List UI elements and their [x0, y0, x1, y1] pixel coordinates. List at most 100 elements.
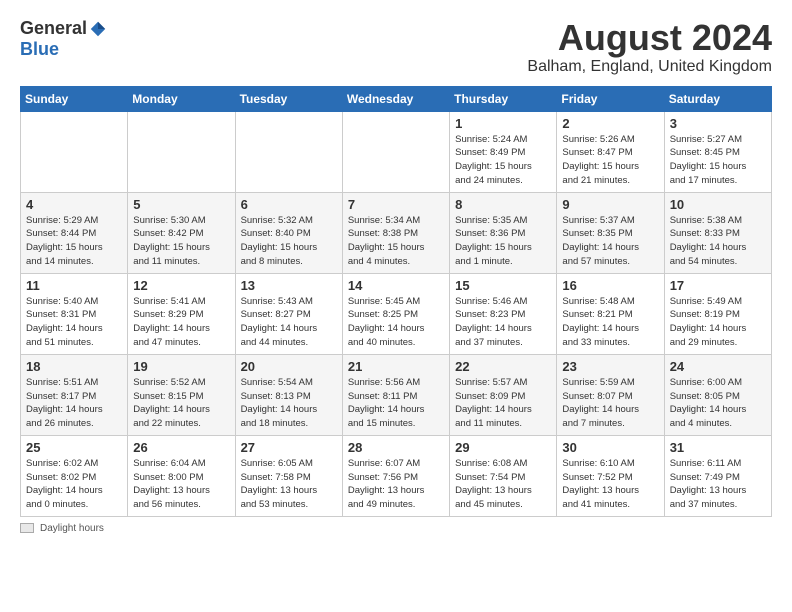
calendar-cell: 27 Sunrise: 6:05 AM Sunset: 7:58 PM Dayli… — [235, 435, 342, 516]
day-number: 15 — [455, 278, 551, 293]
calendar-cell: 12Sunrise: 5:41 AM Sunset: 8:29 PM Dayli… — [128, 273, 235, 354]
week-row: 18Sunrise: 5:51 AM Sunset: 8:17 PM Dayli… — [21, 354, 772, 435]
day-number: 2 — [562, 116, 658, 131]
day-number: 1 — [455, 116, 551, 131]
day-info: Sunrise: 5:56 AM Sunset: 8:11 PM Dayligh… — [348, 376, 444, 431]
calendar-cell: 26 Sunrise: 6:04 AM Sunset: 8:00 PM Dayli… — [128, 435, 235, 516]
day-info: Sunrise: 6:00 AM Sunset: 8:05 PM Dayligh… — [670, 376, 766, 431]
day-number: 22 — [455, 359, 551, 374]
day-info: Sunrise: 5:40 AM Sunset: 8:31 PM Dayligh… — [26, 295, 122, 350]
day-info: Sunrise: 6:04 AM Sunset: 8:00 PM Dayligh… — [133, 457, 229, 512]
day-info: Sunrise: 5:45 AM Sunset: 8:25 PM Dayligh… — [348, 295, 444, 350]
day-of-week-header: Tuesday — [235, 86, 342, 111]
day-info: Sunrise: 5:34 AM Sunset: 8:38 PM Dayligh… — [348, 214, 444, 269]
day-info: Sunrise: 5:49 AM Sunset: 8:19 PM Dayligh… — [670, 295, 766, 350]
day-number: 11 — [26, 278, 122, 293]
day-number: 20 — [241, 359, 337, 374]
week-row: 25 Sunrise: 6:02 AM Sunset: 8:02 PM Dayli… — [21, 435, 772, 516]
day-number: 26 — [133, 440, 229, 455]
day-number: 29 — [455, 440, 551, 455]
day-number: 6 — [241, 197, 337, 212]
day-number: 30 — [562, 440, 658, 455]
day-info: Sunrise: 5:30 AM Sunset: 8:42 PM Dayligh… — [133, 214, 229, 269]
day-number: 5 — [133, 197, 229, 212]
calendar-cell: 31Sunrise: 6:11 AM Sunset: 7:49 PM Dayli… — [664, 435, 771, 516]
footer: Daylight hours — [20, 523, 772, 534]
day-info: Sunrise: 5:27 AM Sunset: 8:45 PM Dayligh… — [670, 133, 766, 188]
day-of-week-header: Monday — [128, 86, 235, 111]
day-info: Sunrise: 5:29 AM Sunset: 8:44 PM Dayligh… — [26, 214, 122, 269]
logo-icon — [89, 20, 107, 38]
day-of-week-header: Wednesday — [342, 86, 449, 111]
calendar-cell: 6 Sunrise: 5:32 AM Sunset: 8:40 PM Daylig… — [235, 192, 342, 273]
calendar-cell — [235, 111, 342, 192]
day-info: Sunrise: 5:35 AM Sunset: 8:36 PM Dayligh… — [455, 214, 551, 269]
calendar-cell: 16Sunrise: 5:48 AM Sunset: 8:21 PM Dayli… — [557, 273, 664, 354]
calendar-cell: 2Sunrise: 5:26 AM Sunset: 8:47 PM Daylig… — [557, 111, 664, 192]
day-number: 10 — [670, 197, 766, 212]
day-info: Sunrise: 6:10 AM Sunset: 7:52 PM Dayligh… — [562, 457, 658, 512]
calendar-cell: 23Sunrise: 5:59 AM Sunset: 8:07 PM Dayli… — [557, 354, 664, 435]
calendar-cell — [21, 111, 128, 192]
logo-general-text: General — [20, 18, 87, 39]
week-row: 4Sunrise: 5:29 AM Sunset: 8:44 PM Daylig… — [21, 192, 772, 273]
calendar-cell: 7 Sunrise: 5:34 AM Sunset: 8:38 PM Daylig… — [342, 192, 449, 273]
calendar-cell: 14Sunrise: 5:45 AM Sunset: 8:25 PM Dayli… — [342, 273, 449, 354]
day-number: 25 — [26, 440, 122, 455]
header: General Blue August 2024 Balham, England… — [20, 18, 772, 76]
calendar-cell: 11 Sunrise: 5:40 AM Sunset: 8:31 PM Dayli… — [21, 273, 128, 354]
calendar-cell: 17 Sunrise: 5:49 AM Sunset: 8:19 PM Dayli… — [664, 273, 771, 354]
day-number: 7 — [348, 197, 444, 212]
week-row: 11 Sunrise: 5:40 AM Sunset: 8:31 PM Dayli… — [21, 273, 772, 354]
calendar-cell: 3Sunrise: 5:27 AM Sunset: 8:45 PM Daylig… — [664, 111, 771, 192]
calendar-cell: 25 Sunrise: 6:02 AM Sunset: 8:02 PM Dayli… — [21, 435, 128, 516]
day-number: 27 — [241, 440, 337, 455]
day-number: 18 — [26, 359, 122, 374]
week-row: 1 Sunrise: 5:24 AM Sunset: 8:49 PM Daylig… — [21, 111, 772, 192]
location-text: Balham, England, United Kingdom — [527, 58, 772, 76]
day-of-week-header: Thursday — [450, 86, 557, 111]
day-info: Sunrise: 5:24 AM Sunset: 8:49 PM Dayligh… — [455, 133, 551, 188]
calendar-cell: 4Sunrise: 5:29 AM Sunset: 8:44 PM Daylig… — [21, 192, 128, 273]
calendar-cell: 9Sunrise: 5:37 AM Sunset: 8:35 PM Daylig… — [557, 192, 664, 273]
day-number: 8 — [455, 197, 551, 212]
day-info: Sunrise: 6:02 AM Sunset: 8:02 PM Dayligh… — [26, 457, 122, 512]
day-info: Sunrise: 6:05 AM Sunset: 7:58 PM Dayligh… — [241, 457, 337, 512]
calendar-cell: 8 Sunrise: 5:35 AM Sunset: 8:36 PM Daylig… — [450, 192, 557, 273]
day-info: Sunrise: 5:32 AM Sunset: 8:40 PM Dayligh… — [241, 214, 337, 269]
day-info: Sunrise: 5:43 AM Sunset: 8:27 PM Dayligh… — [241, 295, 337, 350]
day-number: 13 — [241, 278, 337, 293]
calendar-cell: 30 Sunrise: 6:10 AM Sunset: 7:52 PM Dayli… — [557, 435, 664, 516]
day-info: Sunrise: 5:38 AM Sunset: 8:33 PM Dayligh… — [670, 214, 766, 269]
calendar-cell: 24Sunrise: 6:00 AM Sunset: 8:05 PM Dayli… — [664, 354, 771, 435]
calendar-table: SundayMondayTuesdayWednesdayThursdayFrid… — [20, 86, 772, 517]
day-number: 21 — [348, 359, 444, 374]
calendar-cell: 1 Sunrise: 5:24 AM Sunset: 8:49 PM Daylig… — [450, 111, 557, 192]
day-info: Sunrise: 5:57 AM Sunset: 8:09 PM Dayligh… — [455, 376, 551, 431]
day-of-week-header: Saturday — [664, 86, 771, 111]
day-number: 31 — [670, 440, 766, 455]
day-info: Sunrise: 5:52 AM Sunset: 8:15 PM Dayligh… — [133, 376, 229, 431]
day-number: 16 — [562, 278, 658, 293]
calendar-cell — [342, 111, 449, 192]
day-of-week-header: Friday — [557, 86, 664, 111]
day-number: 17 — [670, 278, 766, 293]
logo: General Blue — [20, 18, 107, 60]
calendar-cell: 10 Sunrise: 5:38 AM Sunset: 8:33 PM Dayli… — [664, 192, 771, 273]
calendar-cell: 20 Sunrise: 5:54 AM Sunset: 8:13 PM Dayli… — [235, 354, 342, 435]
page: General Blue August 2024 Balham, England… — [0, 0, 792, 544]
calendar-cell — [128, 111, 235, 192]
day-info: Sunrise: 5:59 AM Sunset: 8:07 PM Dayligh… — [562, 376, 658, 431]
calendar-cell: 28Sunrise: 6:07 AM Sunset: 7:56 PM Dayli… — [342, 435, 449, 516]
daylight-box — [20, 523, 34, 533]
day-number: 12 — [133, 278, 229, 293]
day-info: Sunrise: 5:46 AM Sunset: 8:23 PM Dayligh… — [455, 295, 551, 350]
calendar-cell: 19Sunrise: 5:52 AM Sunset: 8:15 PM Dayli… — [128, 354, 235, 435]
header-row: SundayMondayTuesdayWednesdayThursdayFrid… — [21, 86, 772, 111]
calendar-cell: 21 Sunrise: 5:56 AM Sunset: 8:11 PM Dayli… — [342, 354, 449, 435]
logo-blue-text: Blue — [20, 39, 59, 60]
day-number: 9 — [562, 197, 658, 212]
day-info: Sunrise: 5:54 AM Sunset: 8:13 PM Dayligh… — [241, 376, 337, 431]
day-of-week-header: Sunday — [21, 86, 128, 111]
month-year-title: August 2024 — [527, 18, 772, 58]
